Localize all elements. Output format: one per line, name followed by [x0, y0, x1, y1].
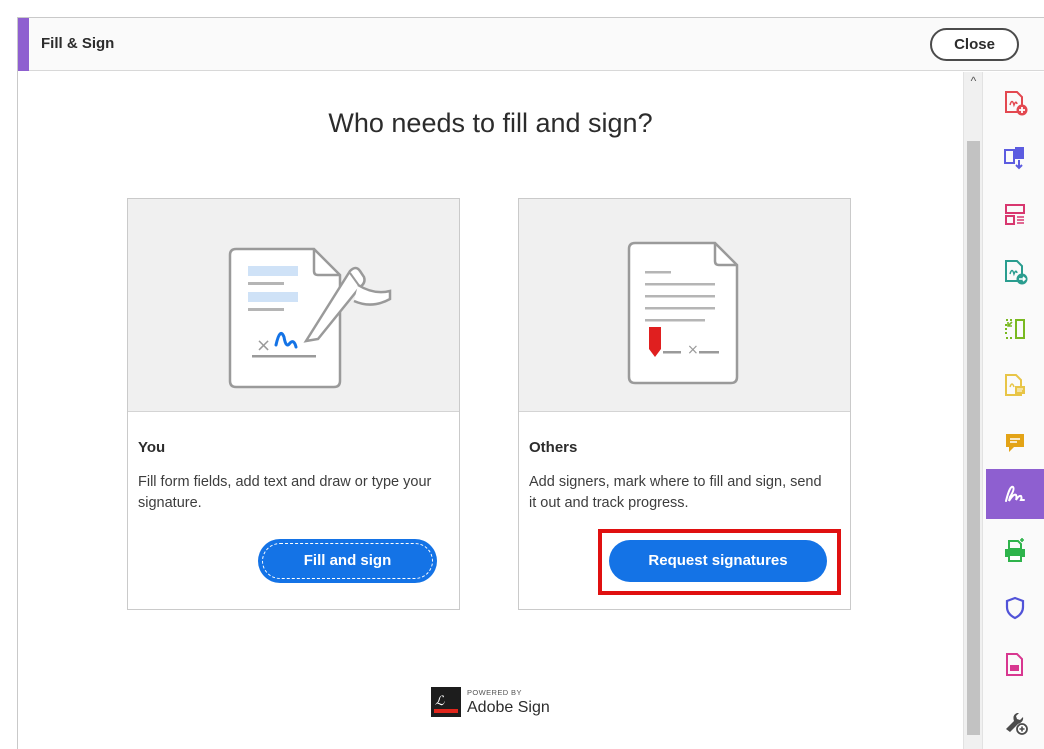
right-tools-pane [982, 72, 1044, 749]
adobe-sign-branding: ℒ POWERED BY Adobe Sign [431, 685, 561, 723]
svg-text:×: × [256, 335, 271, 356]
main-content: Who needs to fill and sign? × You Fill f… [18, 72, 963, 749]
fill-sign-icon[interactable] [986, 469, 1044, 519]
panel-title: Fill & Sign [41, 35, 115, 52]
create-pdf-icon[interactable] [986, 80, 1044, 126]
fill-and-sign-button[interactable]: Fill and sign [259, 540, 436, 582]
document-icon[interactable] [986, 642, 1044, 688]
close-button[interactable]: Close [930, 28, 1019, 61]
request-signatures-button[interactable]: Request signatures [609, 540, 827, 582]
adobe-sign-logo-icon: ℒ [431, 687, 461, 717]
card-others: × Others Add signers, mark where to fill… [518, 198, 851, 610]
document-signature-field-icon: × [519, 199, 850, 412]
protect-icon[interactable] [986, 585, 1044, 631]
panel-header: Fill & Sign Close [18, 18, 1044, 71]
edit-pdf-icon[interactable] [986, 306, 1044, 352]
scrollbar-thumb[interactable] [967, 141, 980, 735]
card-title-you: You [138, 439, 166, 456]
print-production-icon[interactable] [986, 528, 1044, 574]
product-name: Adobe Sign [467, 699, 550, 716]
header-accent-bar [18, 18, 29, 71]
organize-pages-icon[interactable] [986, 192, 1044, 238]
export-pdf-icon[interactable] [986, 249, 1044, 295]
card-description-you: Fill form fields, add text and draw or t… [138, 474, 432, 511]
powered-by-label: POWERED BY [467, 688, 522, 697]
more-tools-icon[interactable] [986, 699, 1044, 745]
fill-sign-window: Fill & Sign Close Who needs to fill and … [17, 17, 1044, 749]
card-you: × You Fill form fields, add text and dra… [127, 198, 460, 610]
card-title-others: Others [529, 439, 578, 456]
page-heading: Who needs to fill and sign? [328, 108, 653, 138]
scroll-up-arrow-icon[interactable]: ^ [964, 72, 983, 90]
svg-text:×: × [687, 342, 699, 358]
card-description-others: Add signers, mark where to fill and sign… [529, 474, 822, 511]
comment-icon[interactable] [986, 420, 1044, 466]
vertical-scrollbar[interactable]: ^ [963, 72, 982, 749]
comment-file-icon[interactable] [986, 363, 1044, 409]
document-signing-hand-icon: × [128, 199, 459, 412]
combine-files-icon[interactable] [986, 135, 1044, 181]
